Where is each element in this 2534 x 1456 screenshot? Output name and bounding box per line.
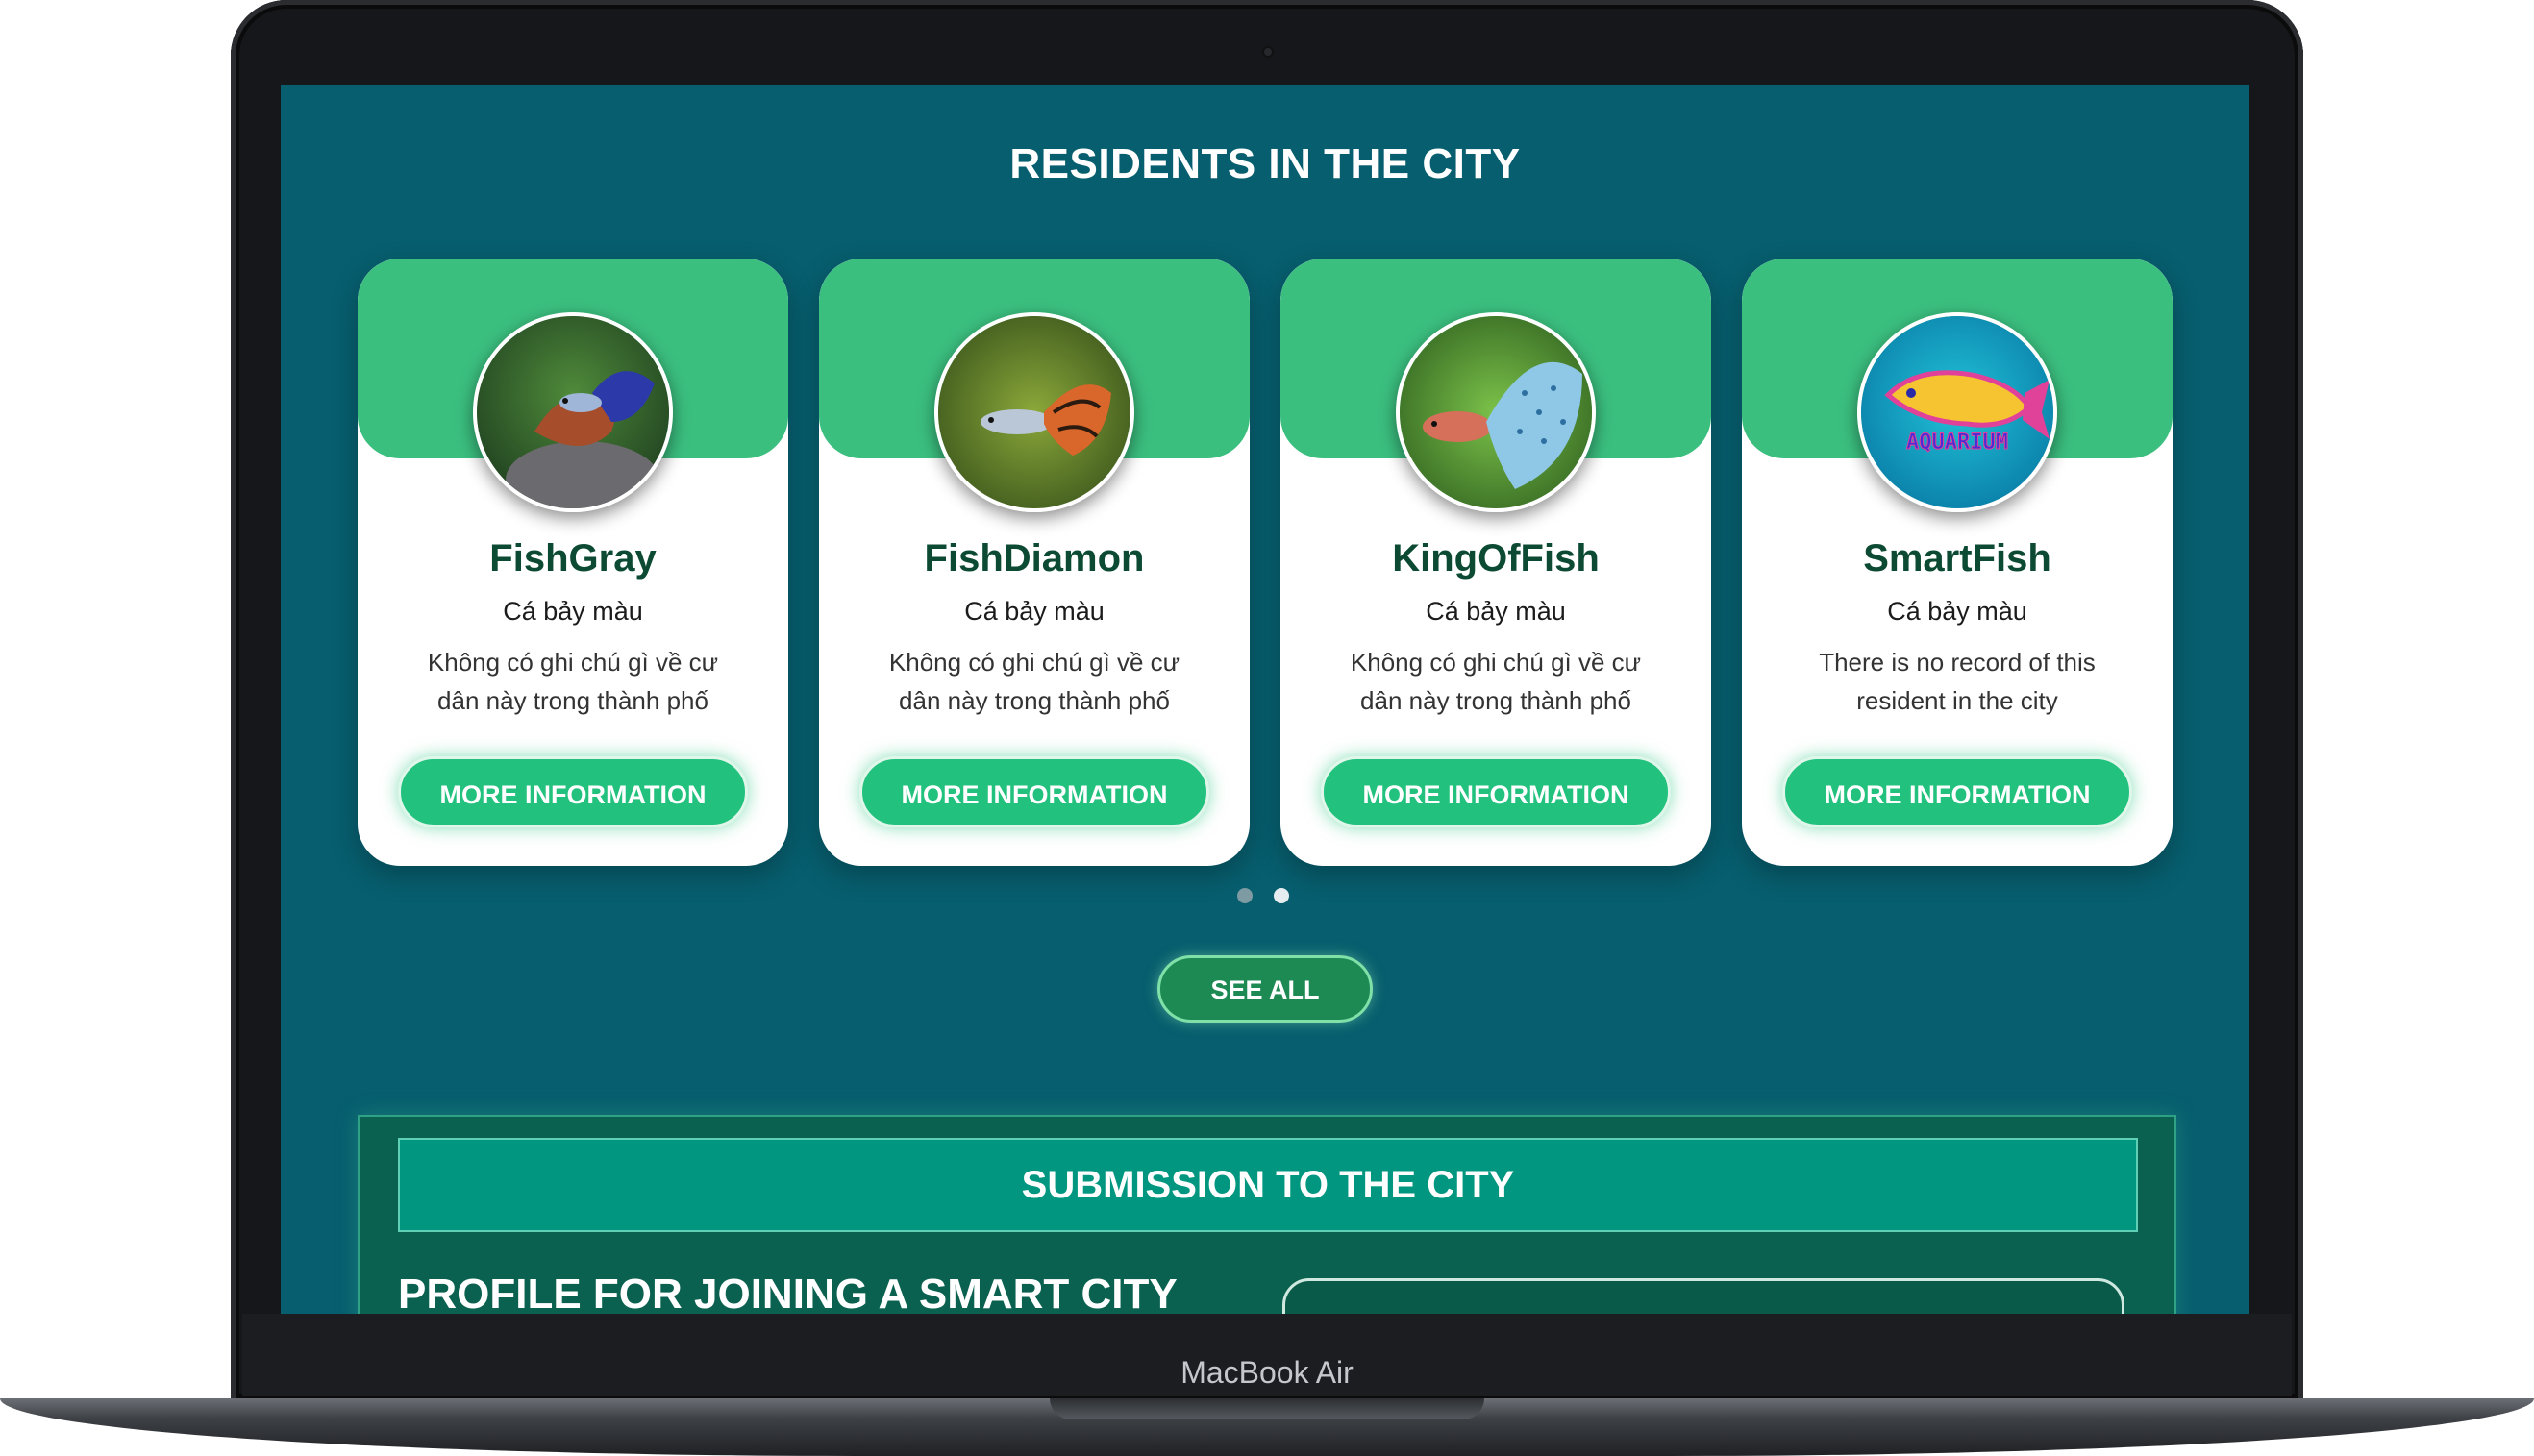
resident-note: Không có ghi chú gì về cư dân này trong … (427, 648, 719, 715)
more-information-button[interactable]: MORE INFORMATION (1321, 756, 1671, 827)
resident-card: FishGray Cá bảy màu Không có ghi chú gì … (358, 259, 788, 866)
more-information-button[interactable]: MORE INFORMATION (398, 756, 748, 827)
resident-species: Cá bảy màu (1426, 597, 1566, 626)
resident-carousel: FishGray Cá bảy màu Không có ghi chú gì … (358, 259, 2173, 866)
profile-title: PROFILE FOR JOINING A SMART CITY (398, 1271, 1178, 1314)
see-all-button[interactable]: SEE ALL (1157, 955, 1373, 1023)
resident-species: Cá bảy màu (964, 597, 1105, 626)
guppy-photo-icon (473, 312, 673, 512)
resident-note: Không có ghi chú gì về cư dân này trong … (1350, 648, 1642, 715)
device-label: MacBook Air (1180, 1355, 1354, 1390)
more-information-button[interactable]: MORE INFORMATION (1782, 756, 2132, 827)
resident-card: AQUARIUM SmartFish Cá bảy màu There is n… (1742, 259, 2173, 866)
profile-form-field[interactable] (1282, 1278, 2124, 1314)
resident-name: KingOfFish (1392, 537, 1600, 580)
camera-icon (1262, 46, 1274, 58)
resident-name: SmartFish (1863, 537, 2051, 580)
screen: RESIDENTS IN THE CITY FishGray Cá bảy mà… (281, 85, 2249, 1314)
resident-card: FishDiamon Cá bảy màu Không có ghi chú g… (819, 259, 1250, 866)
aquarium-logo-icon: AQUARIUM (1857, 312, 2057, 512)
resident-note: Không có ghi chú gì về cư dân này trong … (888, 648, 1180, 715)
resident-species: Cá bảy màu (503, 597, 643, 626)
laptop-notch (1050, 1398, 1484, 1419)
guppy-photo-icon (1396, 312, 1596, 512)
pagination-dot[interactable] (1237, 888, 1253, 903)
more-information-button[interactable]: MORE INFORMATION (859, 756, 1209, 827)
resident-name: FishDiamon (924, 537, 1145, 580)
pagination-dot-active[interactable] (1274, 888, 1289, 903)
guppy-photo-icon (934, 312, 1134, 512)
submission-title: SUBMISSION TO THE CITY (398, 1138, 2138, 1232)
resident-note: There is no record of this resident in t… (1819, 648, 2096, 715)
resident-card: KingOfFish Cá bảy màu Không có ghi chú g… (1280, 259, 1711, 866)
resident-name: FishGray (489, 537, 657, 580)
resident-species: Cá bảy màu (1887, 597, 2027, 626)
svg-text:AQUARIUM: AQUARIUM (1906, 431, 2008, 455)
submission-section: SUBMISSION TO THE CITY PROFILE FOR JOINI… (358, 1115, 2176, 1314)
residents-title: RESIDENTS IN THE CITY (1009, 140, 1521, 187)
